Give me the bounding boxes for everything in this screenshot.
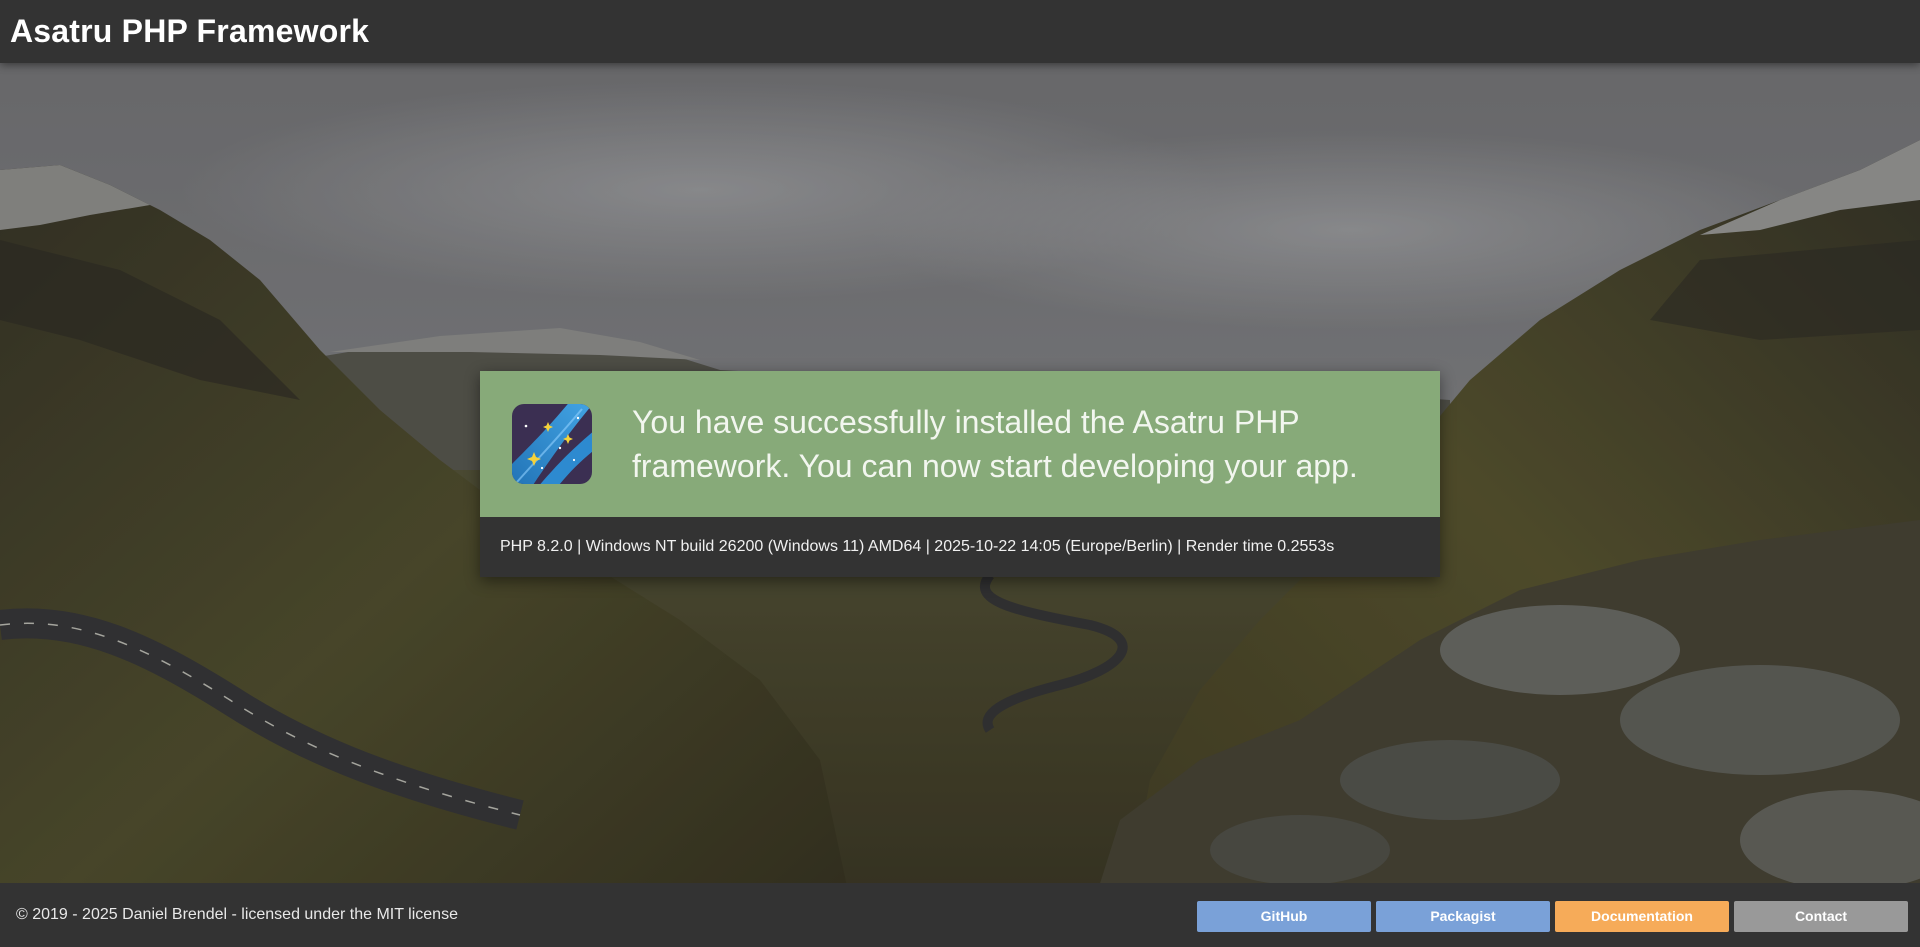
packagist-button[interactable]: Packagist — [1376, 901, 1550, 932]
documentation-button[interactable]: Documentation — [1555, 901, 1729, 932]
contact-button[interactable]: Contact — [1734, 901, 1908, 932]
header-bar: Asatru PHP Framework — [0, 0, 1920, 63]
install-success-card: You have successfully installed the Asat… — [480, 371, 1440, 577]
footer-links: GitHub Packagist Documentation Contact — [1197, 901, 1908, 932]
system-info-bar: PHP 8.2.0 | Windows NT build 26200 (Wind… — [480, 517, 1440, 577]
app-title: Asatru PHP Framework — [10, 13, 370, 49]
copyright-text: © 2019 - 2025 Daniel Brendel - licensed … — [16, 906, 458, 923]
success-message-panel: You have successfully installed the Asat… — [480, 371, 1440, 517]
page: Asatru PHP Framework You have successful… — [0, 0, 1920, 947]
asatru-logo-icon — [512, 404, 592, 484]
success-message: You have successfully installed the Asat… — [632, 404, 1358, 484]
page-footer: © 2019 - 2025 Daniel Brendel - licensed … — [0, 883, 1920, 947]
system-info-text: PHP 8.2.0 | Windows NT build 26200 (Wind… — [500, 538, 1335, 555]
github-button[interactable]: GitHub — [1197, 901, 1371, 932]
